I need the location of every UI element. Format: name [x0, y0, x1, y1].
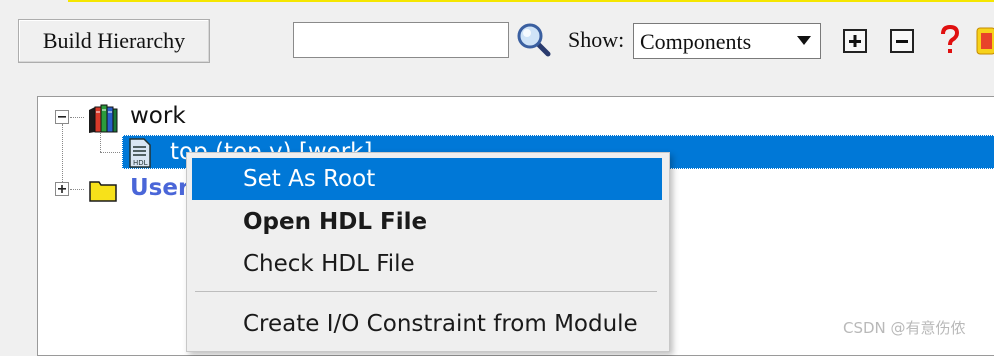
folder-icon	[89, 178, 117, 202]
tree-connector	[62, 124, 63, 188]
plus-box-icon[interactable]	[843, 29, 867, 53]
verilog-file-icon: HDL	[128, 138, 152, 168]
menu-item-check-hdl-file[interactable]: Check HDL File	[192, 243, 662, 285]
show-label: Show:	[568, 27, 625, 52]
expand-icon[interactable]	[55, 182, 69, 196]
tree-connector	[100, 152, 120, 153]
search-input[interactable]	[293, 22, 509, 58]
tree-connector	[70, 117, 84, 118]
svg-text:HDL: HDL	[133, 159, 148, 167]
context-menu: Set As Root Open HDL File Check HDL File…	[186, 152, 670, 352]
search-icon[interactable]	[516, 22, 552, 58]
library-books-icon	[88, 102, 118, 134]
menu-separator	[195, 291, 657, 292]
tree-connector	[100, 131, 101, 152]
show-dropdown-value: Components	[640, 29, 752, 54]
chevron-down-icon[interactable]	[789, 25, 819, 57]
watermark: CSDN @有意伤侬	[843, 319, 966, 337]
show-dropdown[interactable]: Components	[633, 23, 821, 59]
tree-item-work[interactable]: work	[130, 103, 186, 129]
tree-item-user[interactable]: User	[130, 175, 189, 201]
build-hierarchy-button[interactable]: Build Hierarchy	[18, 19, 210, 63]
menu-item-set-as-root[interactable]: Set As Root	[192, 158, 662, 200]
question-mark-icon[interactable]	[938, 24, 962, 58]
minus-box-icon[interactable]	[890, 29, 914, 53]
tree-connector	[70, 189, 84, 190]
tool-icon[interactable]	[975, 24, 994, 58]
menu-item-open-hdl-file[interactable]: Open HDL File	[192, 201, 662, 243]
top-accent-line	[68, 0, 994, 2]
menu-item-create-io-constraint[interactable]: Create I/O Constraint from Module	[192, 303, 662, 345]
collapse-icon[interactable]	[55, 110, 69, 124]
